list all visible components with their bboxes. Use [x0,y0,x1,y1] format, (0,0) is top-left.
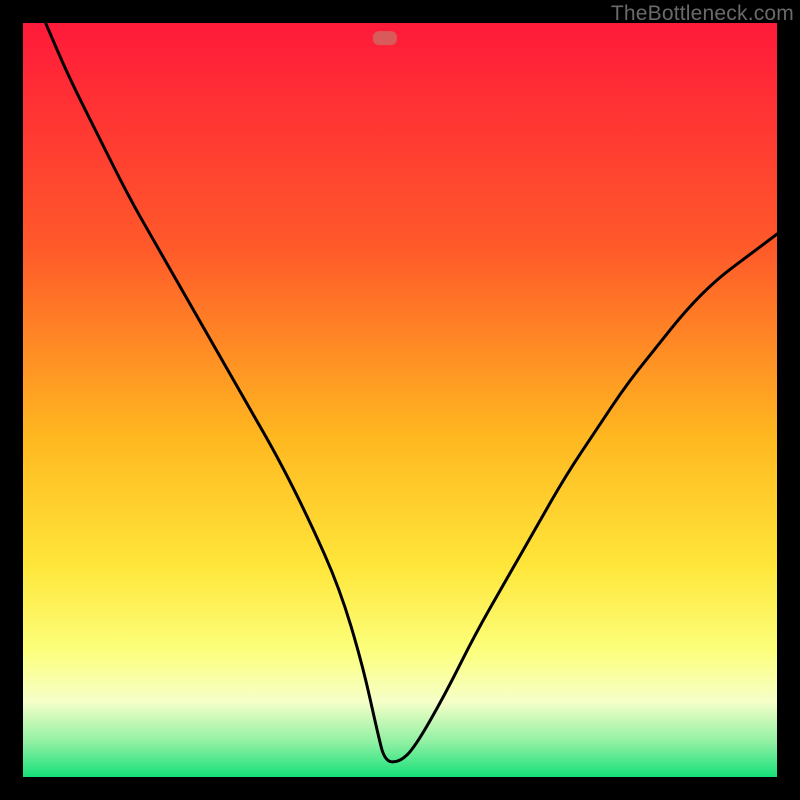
watermark-text: TheBottleneck.com [611,2,794,26]
bottleneck-chart [23,23,777,777]
chart-frame [23,23,777,777]
optimal-point-marker [373,31,397,45]
gradient-background [23,23,777,777]
